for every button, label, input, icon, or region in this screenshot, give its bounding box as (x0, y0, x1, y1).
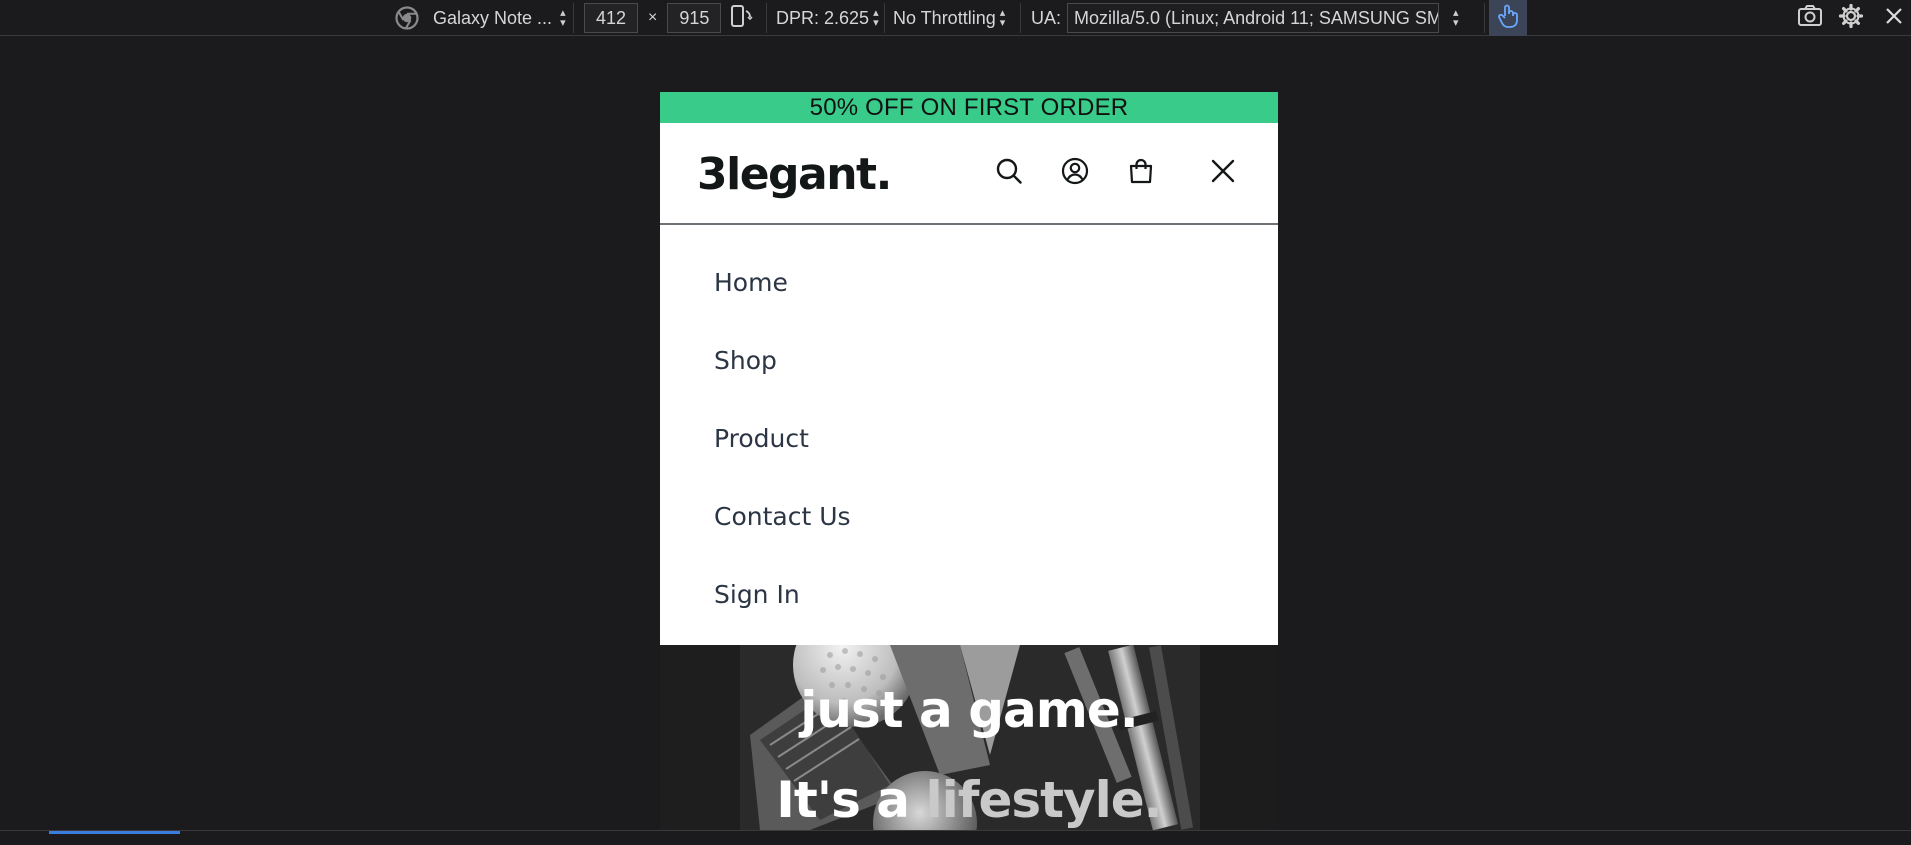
ua-input[interactable]: Mozilla/5.0 (Linux; Android 11; SAMSUNG … (1067, 3, 1440, 33)
hero-headline-line1: just a game. (800, 681, 1139, 739)
settings-button[interactable] (1838, 0, 1864, 36)
touch-toggle[interactable] (1489, 0, 1527, 36)
close-icon (1210, 158, 1236, 189)
account-button[interactable] (1059, 157, 1091, 189)
menu-item-shop[interactable]: Shop (660, 321, 1278, 399)
promo-banner[interactable]: 50% OFF ON FIRST ORDER (660, 92, 1278, 123)
site-logo[interactable]: 3legant. (697, 149, 892, 200)
width-input[interactable]: 412 (584, 3, 638, 33)
touch-icon (1497, 3, 1519, 34)
dropdown-caret-icon: ▴ ▾ (999, 7, 1006, 29)
hero-headline-line2-end: lifestyle. (925, 771, 1162, 829)
close-devtools-button[interactable] (1884, 0, 1904, 36)
hero-headline-line2: It's a lifestyle. (660, 771, 1278, 829)
menu-item-product[interactable]: Product (660, 399, 1278, 477)
dimensions-group: 412 × 915 (584, 0, 722, 36)
screenshot-button[interactable] (1797, 0, 1823, 36)
hero-section: just a game. It's a lifestyle. (660, 645, 1278, 830)
ua-group: UA: Mozilla/5.0 (Linux; Android 11; SAMS… (1031, 0, 1459, 36)
screenshot-icon (1797, 4, 1823, 33)
touch-button-bg (1489, 0, 1527, 36)
active-panel-indicator (49, 831, 180, 834)
times-sign: × (648, 9, 658, 26)
menu-item-sign-in[interactable]: Sign In (660, 555, 1278, 633)
cart-button[interactable] (1125, 157, 1157, 189)
search-icon (995, 157, 1023, 190)
bag-icon (1127, 157, 1155, 190)
menu-item-contact-us[interactable]: Contact Us (660, 477, 1278, 555)
dpr-label: DPR: 2.625 (776, 7, 870, 28)
site-header: 3legant. (660, 123, 1278, 225)
devtools-bottom-bar (0, 830, 1911, 845)
chrome-icon (395, 6, 419, 30)
user-icon (1061, 157, 1089, 190)
mobile-menu: Home Shop Product Contact Us Sign In (660, 225, 1278, 633)
device-toolbar: Galaxy Note ... ▴ ▾ 412 × 915 DPR: 2.625 … (0, 0, 1911, 36)
throttling-label: No Throttling (893, 7, 996, 28)
menu-item-home[interactable]: Home (660, 243, 1278, 321)
close-menu-button[interactable] (1207, 157, 1239, 189)
ua-label: UA: (1031, 7, 1062, 28)
device-viewport: 50% OFF ON FIRST ORDER 3legant. Home Sho… (660, 92, 1278, 830)
rotate-button[interactable] (728, 0, 754, 36)
dropdown-caret-icon[interactable]: ▴ ▾ (1453, 8, 1459, 29)
search-button[interactable] (993, 157, 1025, 189)
device-name: Galaxy Note ... (433, 7, 553, 28)
dropdown-caret-icon: ▴ ▾ (873, 7, 879, 29)
throttling-select[interactable]: No Throttling ▴ ▾ (893, 0, 1005, 36)
height-input[interactable]: 915 (667, 3, 722, 33)
rotate-icon (728, 3, 754, 34)
dpr-select[interactable]: DPR: 2.625 ▴ ▾ (776, 0, 879, 36)
hero-headline-line2-start: It's a (776, 771, 926, 829)
close-icon (1884, 6, 1904, 31)
device-select[interactable]: Galaxy Note ... ▴ ▾ (395, 0, 566, 36)
settings-icon (1838, 3, 1864, 34)
dropdown-caret-icon: ▴ ▾ (560, 7, 566, 29)
